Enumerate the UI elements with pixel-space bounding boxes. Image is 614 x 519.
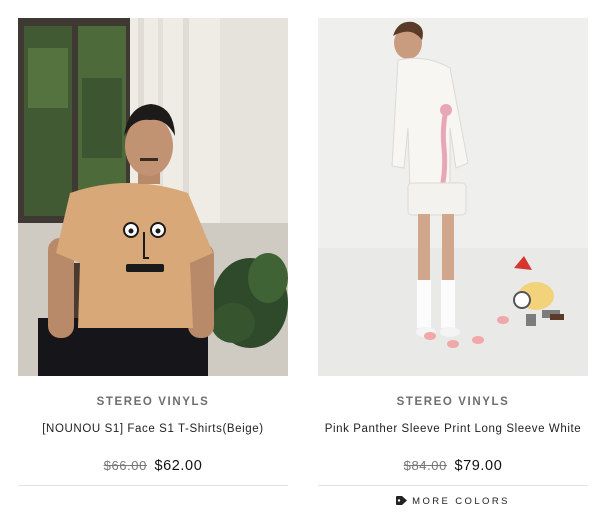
product-image — [18, 18, 288, 376]
more-colors-label: MORE COLORS — [412, 496, 510, 507]
product-image-link[interactable] — [318, 18, 588, 376]
product-prices: $84.00 $79.00 — [318, 457, 588, 475]
divider — [318, 485, 588, 486]
product-card: STEREO VINYLS [NOUNOU S1] Face S1 T-Shir… — [18, 18, 288, 475]
sale-price: $79.00 — [454, 458, 503, 474]
product-vendor[interactable]: STEREO VINYLS — [318, 396, 588, 408]
product-title[interactable]: [NOUNOU S1] Face S1 T-Shirts(Beige) — [18, 423, 288, 435]
compare-at-price: $66.00 — [103, 458, 147, 473]
product-image-link[interactable] — [18, 18, 288, 376]
product-prices: $66.00 $62.00 — [18, 457, 288, 475]
more-colors-link[interactable]: MORE COLORS — [318, 496, 588, 507]
product-vendor[interactable]: STEREO VINYLS — [18, 396, 288, 408]
tag-icon — [396, 496, 408, 505]
divider — [18, 485, 288, 486]
product-card: STEREO VINYLS Pink Panther Sleeve Print … — [318, 18, 588, 475]
product-title[interactable]: Pink Panther Sleeve Print Long Sleeve Wh… — [318, 423, 588, 435]
compare-at-price: $84.00 — [403, 458, 447, 473]
sale-price: $62.00 — [154, 458, 203, 474]
product-image — [318, 18, 588, 376]
